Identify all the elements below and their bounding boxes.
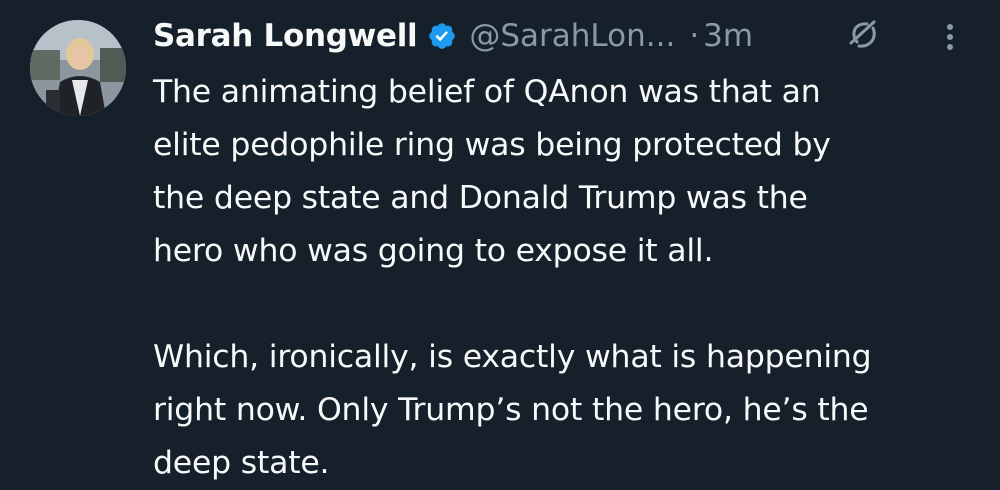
- more-options-icon[interactable]: [938, 20, 962, 54]
- profile-photo-icon: [30, 20, 126, 116]
- separator-dot: ·: [689, 18, 700, 54]
- timestamp[interactable]: 3m: [703, 18, 753, 54]
- author-handle[interactable]: @SarahLon...: [469, 18, 675, 54]
- tweet-text: The animating belief of QAnon was that a…: [153, 74, 872, 481]
- tweet-header: Sarah Longwell @SarahLon... · 3m: [153, 14, 753, 58]
- grok-icon[interactable]: [845, 16, 881, 52]
- verified-badge-icon: [427, 21, 457, 51]
- author-name[interactable]: Sarah Longwell: [153, 18, 418, 54]
- avatar[interactable]: [30, 20, 126, 116]
- tweet[interactable]: Sarah Longwell @SarahLon... · 3m The ani…: [0, 0, 1000, 486]
